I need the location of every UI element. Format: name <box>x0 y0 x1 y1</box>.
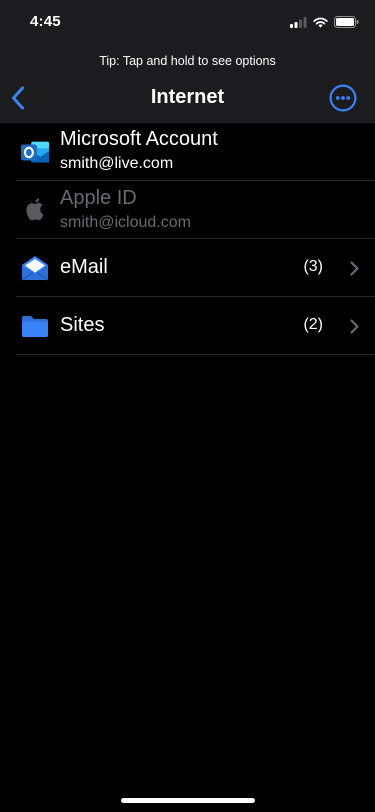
category-title: Sites <box>60 314 105 336</box>
wifi-icon <box>313 17 328 28</box>
outlook-icon <box>20 137 50 167</box>
apple-icon <box>20 195 50 225</box>
chevron-right-icon <box>350 319 359 334</box>
list-item-email[interactable]: eMail (3) <box>16 239 375 297</box>
ellipsis-circle-icon <box>329 84 357 112</box>
page-title: Internet <box>150 86 225 108</box>
signal-icon <box>290 16 307 28</box>
account-email: smith@live.com <box>60 155 174 172</box>
category-title: eMail <box>60 256 108 278</box>
back-button[interactable] <box>6 84 30 112</box>
battery-icon <box>334 16 359 28</box>
item-count: (2) <box>303 316 323 333</box>
item-count: (3) <box>303 258 323 275</box>
chevron-right-icon <box>350 261 359 276</box>
list-item-sites[interactable]: Sites (2) <box>16 297 375 355</box>
list-item-apple-id[interactable]: Apple ID smith@icloud.com <box>16 181 375 239</box>
account-list: Microsoft Account smith@live.com Apple I… <box>0 123 375 355</box>
list-item-microsoft-account[interactable]: Microsoft Account smith@live.com <box>16 123 375 181</box>
account-title: Microsoft Account <box>60 128 218 150</box>
home-indicator[interactable] <box>121 798 255 803</box>
tip-text: Tip: Tap and hold to see options <box>99 54 276 68</box>
header: 4:45 Tip: Tap and hold to see options In… <box>0 0 375 123</box>
status-bar: 4:45 <box>0 0 375 44</box>
folder-icon <box>20 311 50 341</box>
chevron-left-icon <box>12 86 24 110</box>
account-title: Apple ID <box>60 187 137 209</box>
status-icons <box>290 15 359 29</box>
status-time: 4:45 <box>30 13 61 30</box>
account-email: smith@icloud.com <box>60 214 191 231</box>
more-options-button[interactable] <box>329 84 357 112</box>
envelope-open-icon <box>20 253 50 283</box>
